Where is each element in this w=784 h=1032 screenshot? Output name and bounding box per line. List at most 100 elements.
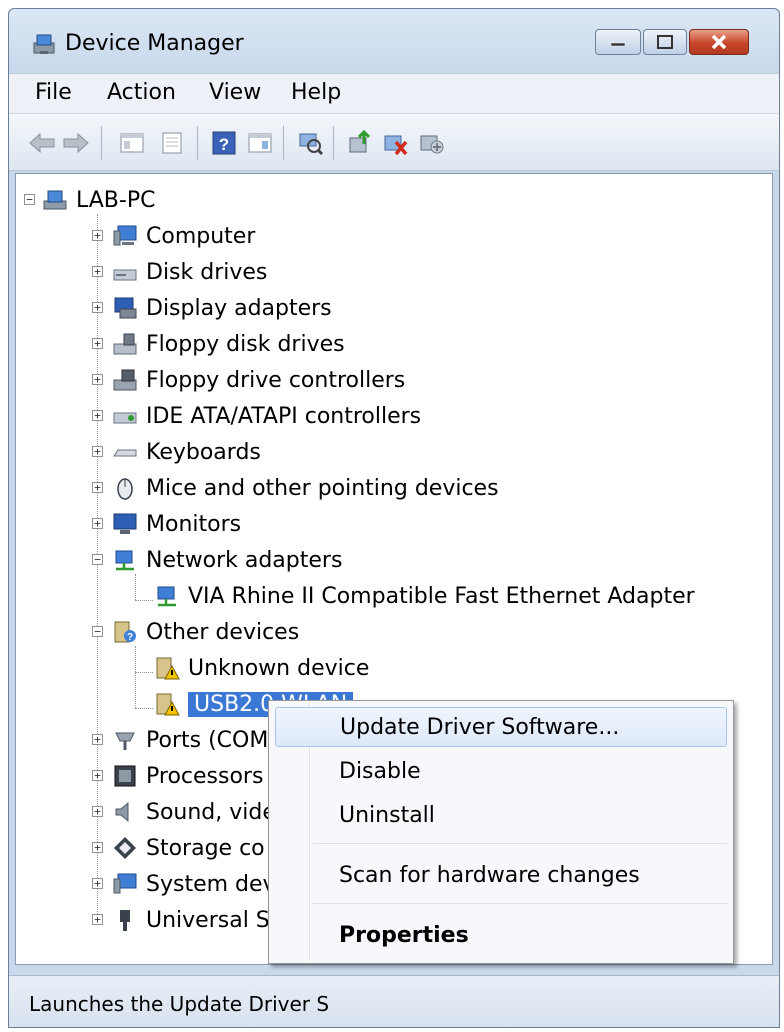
tree-node-label: Floppy disk drives <box>146 331 345 357</box>
toolbar-separator <box>197 126 198 160</box>
tree-line <box>135 600 153 601</box>
menu-view[interactable]: View <box>209 80 261 105</box>
tree-category-sound[interactable]: Sound, vide <box>112 796 276 828</box>
expand-toggle[interactable]: + <box>92 338 103 349</box>
expand-toggle[interactable]: + <box>92 374 103 385</box>
expand-toggle[interactable]: + <box>92 734 103 745</box>
system-device-icon <box>113 873 137 894</box>
tree-category-ports[interactable]: Ports (COM <box>112 724 268 756</box>
menu-file[interactable]: File <box>35 80 72 105</box>
console-tree-button[interactable] <box>117 128 147 158</box>
tree-category-usb[interactable]: Universal S <box>112 904 270 936</box>
expand-toggle[interactable]: + <box>92 410 103 421</box>
tree-node-label: Floppy drive controllers <box>146 367 406 393</box>
expand-toggle[interactable]: + <box>92 842 103 853</box>
tree-line <box>135 574 136 600</box>
uninstall-button[interactable] <box>381 128 411 158</box>
disk-drive-icon <box>113 269 137 281</box>
close-button[interactable] <box>689 29 749 55</box>
expand-toggle[interactable]: + <box>92 914 103 925</box>
expand-toggle[interactable]: + <box>92 878 103 889</box>
unknown-device-icon: ? <box>114 621 136 643</box>
tree-device-via-rhine-adapter[interactable]: VIA Rhine II Compatible Fast Ethernet Ad… <box>154 580 695 612</box>
uninstall-item[interactable]: Uninstall <box>275 795 727 835</box>
collapse-toggle[interactable]: − <box>92 626 103 637</box>
collapse-toggle[interactable]: − <box>24 194 35 205</box>
tree-category-other-devices[interactable]: ? Other devices <box>112 616 299 648</box>
tree-node-label: LAB-PC <box>76 187 156 213</box>
tree-category-computer[interactable]: Computer <box>112 220 255 252</box>
tree-category-storage[interactable]: Storage co <box>112 832 265 864</box>
svg-text:?: ? <box>127 632 133 643</box>
floppy-disk-icon <box>113 333 137 355</box>
scan-hardware-button[interactable] <box>295 128 325 158</box>
toolbar-separator <box>333 126 334 160</box>
expand-toggle[interactable]: + <box>92 806 103 817</box>
tree-category-disk-drives[interactable]: Disk drives <box>112 256 267 288</box>
tree-node-label: Network adapters <box>146 547 343 573</box>
help-icon: ? <box>212 131 236 155</box>
warning-device-icon <box>156 657 180 680</box>
back-arrow-icon <box>29 132 55 154</box>
storage-controller-icon <box>114 837 136 859</box>
action-pane-button[interactable] <box>245 128 275 158</box>
tree-category-monitors[interactable]: Monitors <box>112 508 241 540</box>
show-hide-console-tree-icon <box>120 133 144 153</box>
expand-toggle[interactable]: + <box>92 482 103 493</box>
title-bar[interactable]: Device Manager <box>9 9 779 73</box>
window-title: Device Manager <box>65 31 244 56</box>
update-driver-software-item[interactable]: Update Driver Software... <box>275 707 727 747</box>
menu-help[interactable]: Help <box>291 80 341 105</box>
tree-node-label: Ports (COM <box>146 727 269 753</box>
disable-item[interactable]: Disable <box>275 751 727 791</box>
action-pane-icon <box>248 133 272 153</box>
minimize-icon <box>610 42 626 47</box>
tree-category-floppy-drive-controllers[interactable]: Floppy drive controllers <box>112 364 405 396</box>
toolbar-separator <box>283 126 284 160</box>
update-driver-icon <box>349 130 371 153</box>
tree-category-display-adapters[interactable]: Display adapters <box>112 292 332 324</box>
tree-root[interactable]: LAB-PC <box>42 184 155 216</box>
tree-category-keyboards[interactable]: Keyboards <box>112 436 261 468</box>
enable-device-button[interactable] <box>417 128 447 158</box>
back-button[interactable] <box>27 128 57 158</box>
ide-controller-icon <box>113 412 137 424</box>
uninstall-icon <box>384 135 408 156</box>
context-menu-separator <box>313 903 727 904</box>
scan-hardware-changes-item[interactable]: Scan for hardware changes <box>275 855 727 895</box>
expand-toggle[interactable]: + <box>92 302 103 313</box>
maximize-button[interactable] <box>643 29 687 55</box>
expand-toggle[interactable]: + <box>92 518 103 529</box>
properties-button[interactable] <box>157 128 187 158</box>
tree-category-processors[interactable]: Processors <box>112 760 263 792</box>
tree-device-unknown[interactable]: Unknown device <box>154 652 369 684</box>
expand-toggle[interactable]: + <box>92 446 103 457</box>
monitor-icon <box>113 513 137 534</box>
toolbar: ? <box>9 113 779 171</box>
mouse-icon <box>117 478 133 500</box>
context-menu: Update Driver Software... Disable Uninst… <box>268 700 734 964</box>
tree-category-network-adapters[interactable]: Network adapters <box>112 544 342 576</box>
properties-icon <box>162 132 182 154</box>
tree-category-system-devices[interactable]: System dev <box>112 868 276 900</box>
tree-category-floppy-disk-drives[interactable]: Floppy disk drives <box>112 328 345 360</box>
keyboard-icon <box>113 449 137 457</box>
properties-item[interactable]: Properties <box>275 915 727 955</box>
forward-arrow-icon <box>63 132 89 154</box>
minimize-button[interactable] <box>595 29 641 55</box>
tree-category-mice[interactable]: Mice and other pointing devices <box>112 472 499 504</box>
collapse-toggle[interactable]: − <box>92 554 103 565</box>
tree-category-ide-controllers[interactable]: IDE ATA/ATAPI controllers <box>112 400 421 432</box>
expand-toggle[interactable]: + <box>92 770 103 781</box>
tree-node-label: IDE ATA/ATAPI controllers <box>146 403 422 429</box>
expand-toggle[interactable]: + <box>92 230 103 241</box>
enable-device-icon <box>420 135 444 154</box>
tree-node-label: Keyboards <box>146 439 261 465</box>
update-driver-button[interactable] <box>345 128 375 158</box>
sound-icon <box>115 801 129 823</box>
menu-action[interactable]: Action <box>107 80 176 105</box>
expand-toggle[interactable]: + <box>92 266 103 277</box>
help-button[interactable]: ? <box>209 128 239 158</box>
menu-bar: File Action View Help <box>9 73 779 114</box>
forward-button[interactable] <box>61 128 91 158</box>
